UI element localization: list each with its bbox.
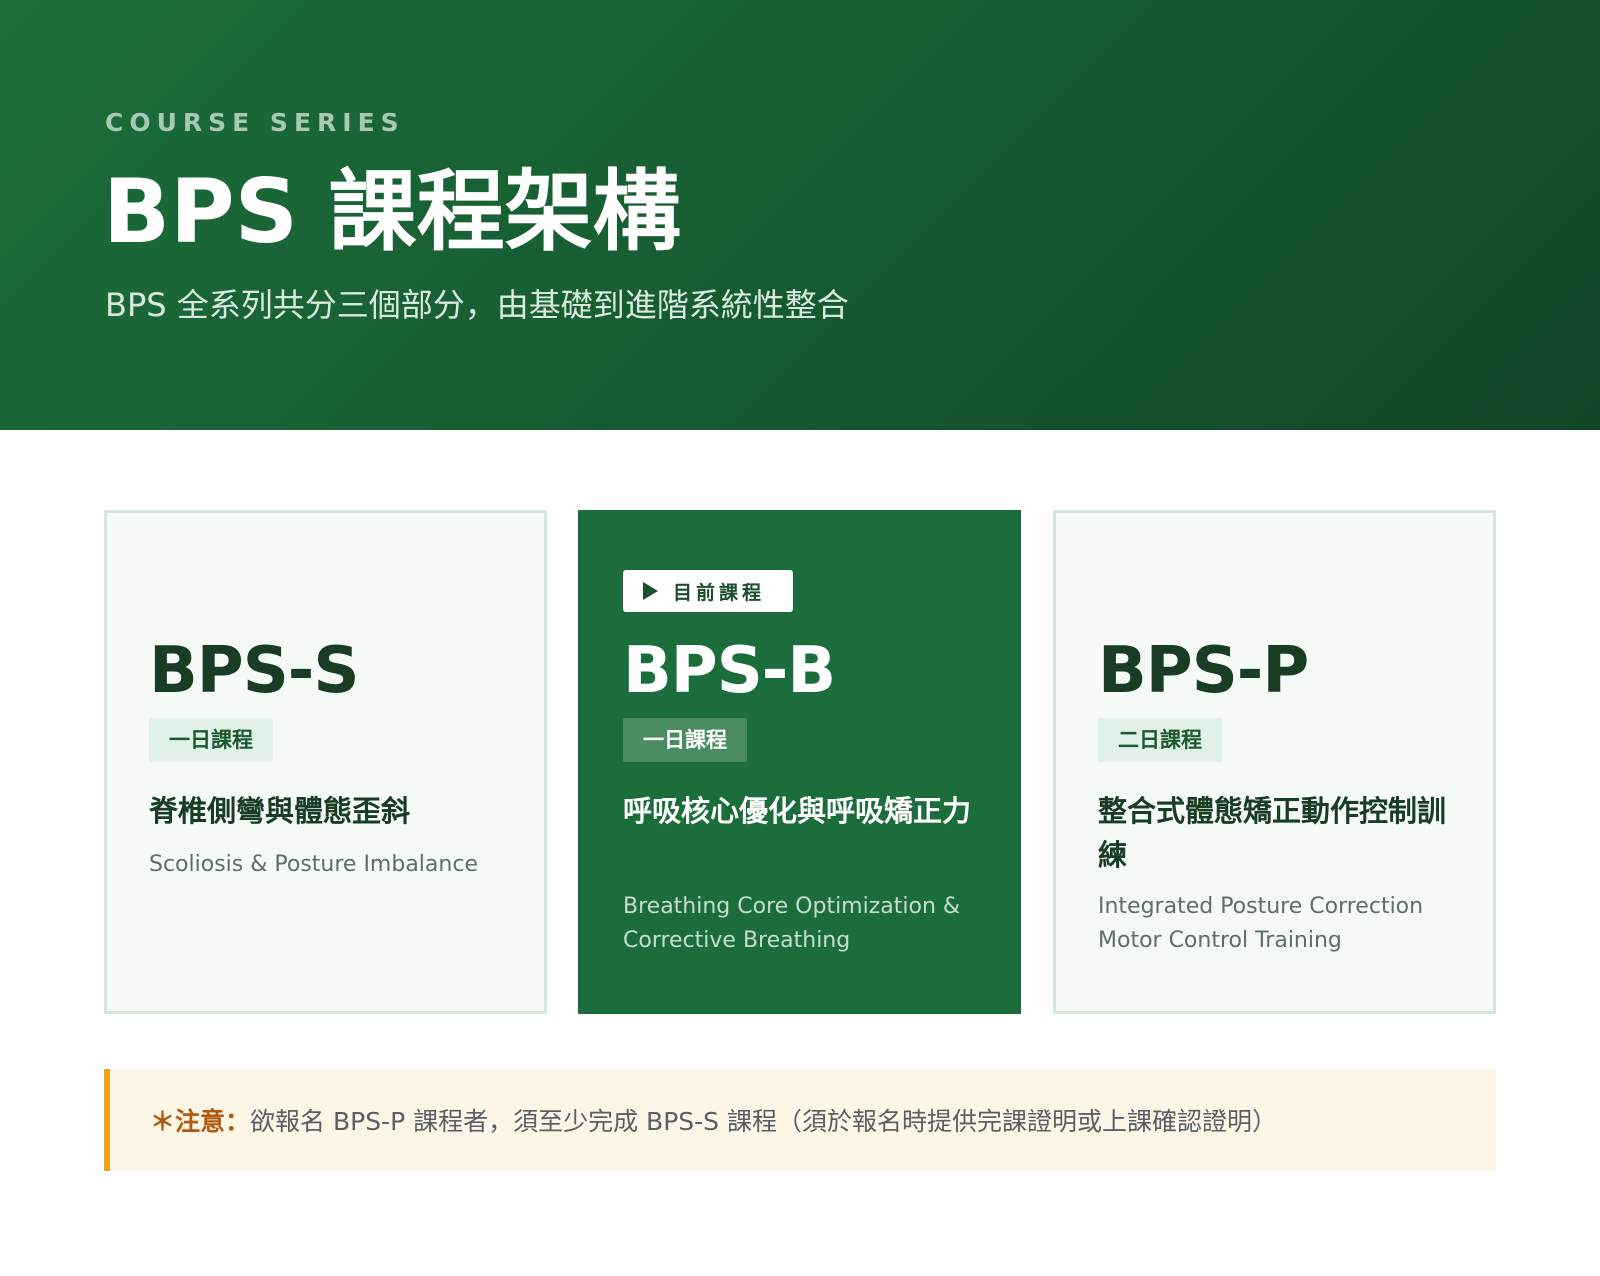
notice-label: ＊注意： [150,1107,251,1136]
course-code: BPS-P [1098,634,1309,708]
notice-text: 欲報名 BPS-P 課程者，須至少完成 BPS-S 課程（須於報名時提供完課證明… [250,1107,1277,1136]
page-title: BPS 課程架構 [103,160,681,263]
course-name-zh: 整合式體態矯正動作控制訓練 [1098,794,1447,872]
duration-badge: 一日課程 [623,718,747,762]
course-name-zh: 呼吸核心優化與呼吸矯正力 [623,794,972,828]
current-course-label: 目前課程 [673,581,766,604]
duration-badge: 二日課程 [1098,718,1222,762]
course-card-bps-s[interactable]: BPS-S 一日課程 脊椎側彎與體態歪斜 Scoliosis & Posture… [104,510,547,1014]
hero-eyebrow: COURSE SERIES [105,108,405,137]
page-subtitle: BPS 全系列共分三個部分，由基礎到進階系統性整合 [105,286,849,324]
current-course-badge: 目前課程 [623,570,793,612]
course-code: BPS-S [149,634,359,708]
course-code: BPS-B [623,634,836,708]
course-name-zh: 脊椎側彎與體態歪斜 [149,794,411,828]
hero-banner: COURSE SERIES BPS 課程架構 BPS 全系列共分三個部分，由基礎… [0,0,1600,430]
course-name-en: Scoliosis & Posture Imbalance [149,852,478,877]
course-name-en: Integrated Posture Correction Motor Cont… [1098,894,1424,953]
course-card-bps-b[interactable]: 目前課程 BPS-B 一日課程 呼吸核心優化與呼吸矯正力 Breathing C… [578,510,1021,1014]
enrollment-notice: ＊注意： 欲報名 BPS-P 課程者，須至少完成 BPS-S 課程（須於報名時提… [104,1069,1496,1171]
course-name-en: Breathing Core Optimization & Corrective… [623,894,961,953]
course-card-bps-p[interactable]: BPS-P 二日課程 整合式體態矯正動作控制訓練 Integrated Post… [1053,510,1496,1014]
duration-badge: 一日課程 [149,718,273,762]
play-icon [643,582,658,600]
